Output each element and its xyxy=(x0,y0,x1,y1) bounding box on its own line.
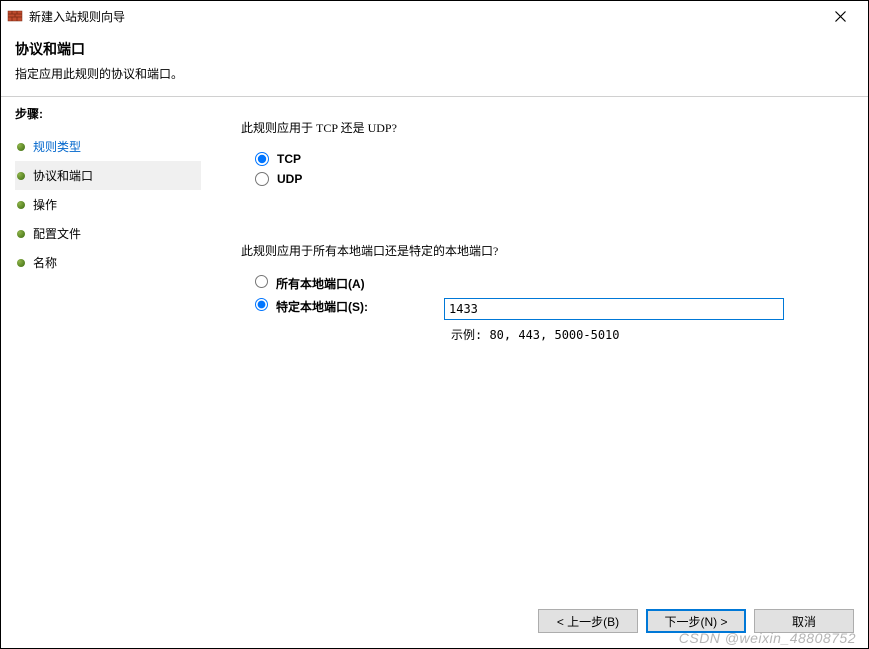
wizard-window: 新建入站规则向导 协议和端口 指定应用此规则的协议和端口。 步骤: 规则类型 协… xyxy=(0,0,869,649)
port-radio-group: 所有本地端口(A) 特定本地端口(S): 示例: 80, 443, 5000-5… xyxy=(255,275,848,343)
wizard-header: 协议和端口 指定应用此规则的协议和端口。 xyxy=(1,31,868,92)
step-protocol-port[interactable]: 协议和端口 xyxy=(15,161,201,190)
wizard-content: 此规则应用于 TCP 还是 UDP? TCP UDP 此规则应用于所有本地端口还… xyxy=(201,97,868,600)
wizard-body: 步骤: 规则类型 协议和端口 操作 配置文件 名称 此规 xyxy=(1,97,868,600)
bullet-icon xyxy=(17,201,25,209)
step-name[interactable]: 名称 xyxy=(15,248,201,277)
close-button[interactable] xyxy=(820,2,860,30)
bullet-icon xyxy=(17,172,25,180)
step-profile[interactable]: 配置文件 xyxy=(15,219,201,248)
bullet-icon xyxy=(17,259,25,267)
step-action[interactable]: 操作 xyxy=(15,190,201,219)
radio-tcp-label: TCP xyxy=(277,152,301,166)
port-example: 示例: 80, 443, 5000-5010 xyxy=(451,326,848,343)
steps-sidebar: 步骤: 规则类型 协议和端口 操作 配置文件 名称 xyxy=(1,97,201,600)
title-bar: 新建入站规则向导 xyxy=(1,1,868,31)
bullet-icon xyxy=(17,230,25,238)
radio-all-ports-label: 所有本地端口(A) xyxy=(276,275,436,292)
bullet-icon xyxy=(17,143,25,151)
page-title: 协议和端口 xyxy=(15,39,854,59)
next-button[interactable]: 下一步(N) > xyxy=(646,609,746,633)
step-rule-type[interactable]: 规则类型 xyxy=(15,132,201,161)
port-question: 此规则应用于所有本地端口还是特定的本地端口? xyxy=(241,242,848,259)
radio-specific-ports-label: 特定本地端口(S): xyxy=(276,298,436,315)
step-label: 协议和端口 xyxy=(33,167,93,184)
title-bar-left: 新建入站规则向导 xyxy=(7,8,125,25)
cancel-button[interactable]: 取消 xyxy=(754,609,854,633)
close-icon xyxy=(835,11,846,22)
protocol-question: 此规则应用于 TCP 还是 UDP? xyxy=(241,119,848,136)
back-button[interactable]: < 上一步(B) xyxy=(538,609,638,633)
radio-specific-ports[interactable] xyxy=(255,298,268,311)
protocol-radio-group: TCP UDP xyxy=(255,152,848,186)
step-label: 操作 xyxy=(33,196,57,213)
radio-udp-row: UDP xyxy=(255,172,848,186)
radio-tcp[interactable] xyxy=(255,152,269,166)
port-input[interactable] xyxy=(444,298,784,320)
steps-heading: 步骤: xyxy=(15,105,201,122)
radio-all-ports[interactable] xyxy=(255,275,268,288)
radio-udp-label: UDP xyxy=(277,172,302,186)
page-description: 指定应用此规则的协议和端口。 xyxy=(15,65,854,82)
step-label: 配置文件 xyxy=(33,225,81,242)
step-label: 规则类型 xyxy=(33,138,81,155)
radio-tcp-row: TCP xyxy=(255,152,848,166)
window-title: 新建入站规则向导 xyxy=(29,8,125,25)
radio-all-ports-row: 所有本地端口(A) xyxy=(255,275,848,292)
step-label: 名称 xyxy=(33,254,57,271)
radio-specific-ports-row: 特定本地端口(S): xyxy=(255,298,848,320)
firewall-icon xyxy=(7,8,23,24)
radio-udp[interactable] xyxy=(255,172,269,186)
wizard-footer: < 上一步(B) 下一步(N) > 取消 xyxy=(1,600,868,648)
